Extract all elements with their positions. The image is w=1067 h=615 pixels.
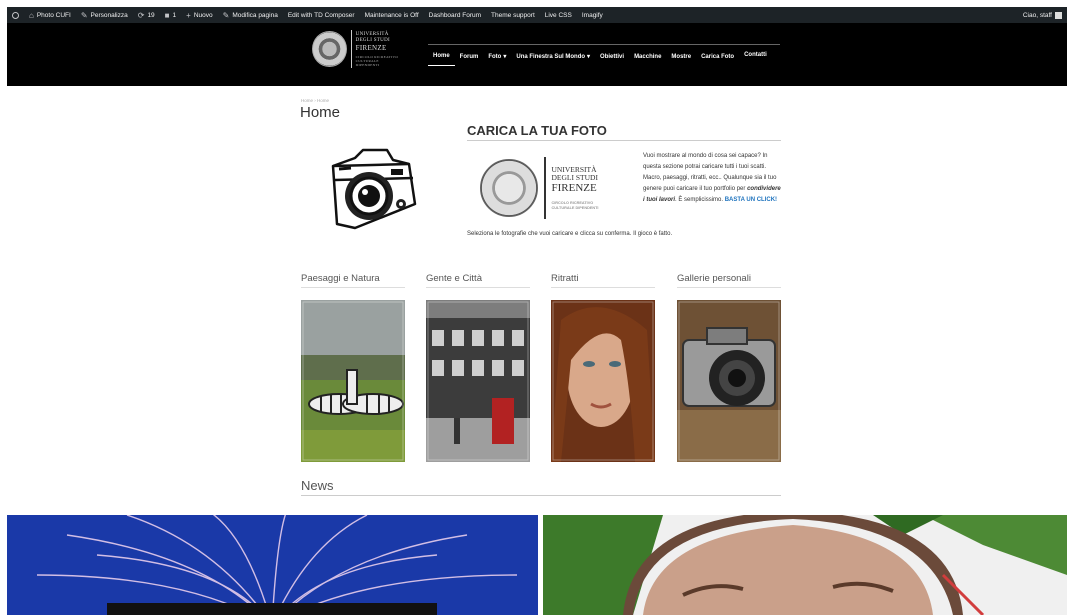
- chevron-down-icon: ▾: [587, 54, 591, 60]
- nav-carica-foto[interactable]: Carica Foto: [696, 45, 739, 66]
- nav-macchine[interactable]: Macchine: [629, 45, 666, 66]
- breadcrumb[interactable]: Home › Home: [301, 98, 329, 103]
- nav-finestra[interactable]: Una Finestra Sul Mondo ▾: [511, 45, 595, 66]
- avatar: [1055, 11, 1062, 19]
- comment-icon: ■: [164, 10, 170, 20]
- category-image-camera[interactable]: [677, 300, 781, 462]
- category-paesaggi: Paesaggi e Natura: [301, 273, 405, 462]
- university-seal-icon: [312, 31, 347, 67]
- logo-divider: [350, 30, 352, 68]
- home-icon: ⌂: [29, 10, 34, 20]
- category-title[interactable]: Gente e Città: [426, 273, 530, 288]
- customize-link[interactable]: ✎ Personalizza: [76, 7, 133, 23]
- category-image-city[interactable]: [426, 300, 530, 462]
- category-gente: Gente e Città: [426, 273, 530, 462]
- site-name-link[interactable]: ⌂ Photo CUFI: [24, 7, 76, 23]
- chevron-down-icon: ▾: [503, 54, 507, 60]
- category-title[interactable]: Gallerie personali: [677, 273, 781, 288]
- account-menu[interactable]: Ciao, staff: [1018, 7, 1067, 23]
- unifi-logo-text: UNIVERSITÀ DEGLI STUDI FIRENZE CIRCOLO R…: [551, 164, 599, 210]
- nav-contatti[interactable]: Contatti: [739, 45, 772, 66]
- university-seal-icon: [480, 159, 538, 217]
- upload-section-title: CARICA LA TUA FOTO: [467, 123, 781, 141]
- upload-cta-link[interactable]: BASTA UN CLICK!: [725, 197, 777, 203]
- live-css-link[interactable]: Live CSS: [540, 7, 577, 23]
- theme-support-link[interactable]: Theme support: [486, 7, 540, 23]
- news-section-title: News: [301, 478, 781, 496]
- category-image-zebras[interactable]: [301, 300, 405, 462]
- category-title[interactable]: Ritratti: [551, 273, 655, 288]
- category-gallerie: Gallerie personali: [677, 273, 781, 462]
- nav-obiettivi[interactable]: Obiettivi: [595, 45, 629, 66]
- wordpress-icon: [12, 11, 19, 19]
- imagify-link[interactable]: Imagify: [577, 7, 608, 23]
- upload-instructions: Seleziona le fotografie che vuoi caricar…: [467, 231, 673, 237]
- plus-icon: +: [186, 10, 191, 20]
- upload-description: Vuoi mostrare al mondo di cosa sei capac…: [643, 153, 781, 203]
- pencil-icon: ✎: [222, 10, 230, 20]
- td-composer-link[interactable]: Edit with TD Composer: [283, 7, 360, 23]
- site-logo[interactable]: UNIVERSITÀ DEGLI STUDI FIRENZE CIRCOLO R…: [312, 27, 402, 71]
- admin-bar: ⌂ Photo CUFI ✎ Personalizza ⟳ 19 ■ 1 + Nuovo …: [7, 7, 1067, 23]
- logo-divider: [544, 157, 546, 219]
- category-title[interactable]: Paesaggi e Natura: [301, 273, 405, 288]
- news-image-portrait[interactable]: [543, 515, 1067, 615]
- category-ritratti: Ritratti: [551, 273, 655, 462]
- comments-link[interactable]: ■ 1: [160, 7, 181, 23]
- category-image-portrait[interactable]: [551, 300, 655, 462]
- camera-icon[interactable]: [325, 144, 417, 232]
- updates-icon: ⟳: [137, 10, 145, 20]
- nav-forum[interactable]: Forum: [455, 45, 484, 66]
- new-content-link[interactable]: + Nuovo: [181, 7, 217, 23]
- nav-foto[interactable]: Foto ▾: [483, 45, 511, 66]
- brush-icon: ✎: [80, 10, 88, 20]
- page-title: Home: [300, 104, 341, 121]
- main-nav: Home Forum Foto ▾ Una Finestra Sul Mondo ▾…: [428, 44, 780, 66]
- edit-page-link[interactable]: ✎ Modifica pagina: [218, 7, 283, 23]
- news-image-fireworks[interactable]: [7, 515, 538, 615]
- logo-text: UNIVERSITÀ DEGLI STUDI FIRENZE CIRCOLO R…: [355, 31, 399, 67]
- nav-home[interactable]: Home: [428, 45, 455, 66]
- dashboard-forum-link[interactable]: Dashboard Forum: [424, 7, 486, 23]
- updates-link[interactable]: ⟳ 19: [133, 7, 160, 23]
- unifi-logo: UNIVERSITÀ DEGLI STUDI FIRENZE CIRCOLO R…: [480, 155, 630, 221]
- maintenance-link[interactable]: Maintenance is Off: [360, 7, 424, 23]
- site-header: UNIVERSITÀ DEGLI STUDI FIRENZE CIRCOLO R…: [7, 23, 1067, 86]
- wordpress-menu[interactable]: [7, 7, 24, 23]
- nav-mostre[interactable]: Mostre: [666, 45, 696, 66]
